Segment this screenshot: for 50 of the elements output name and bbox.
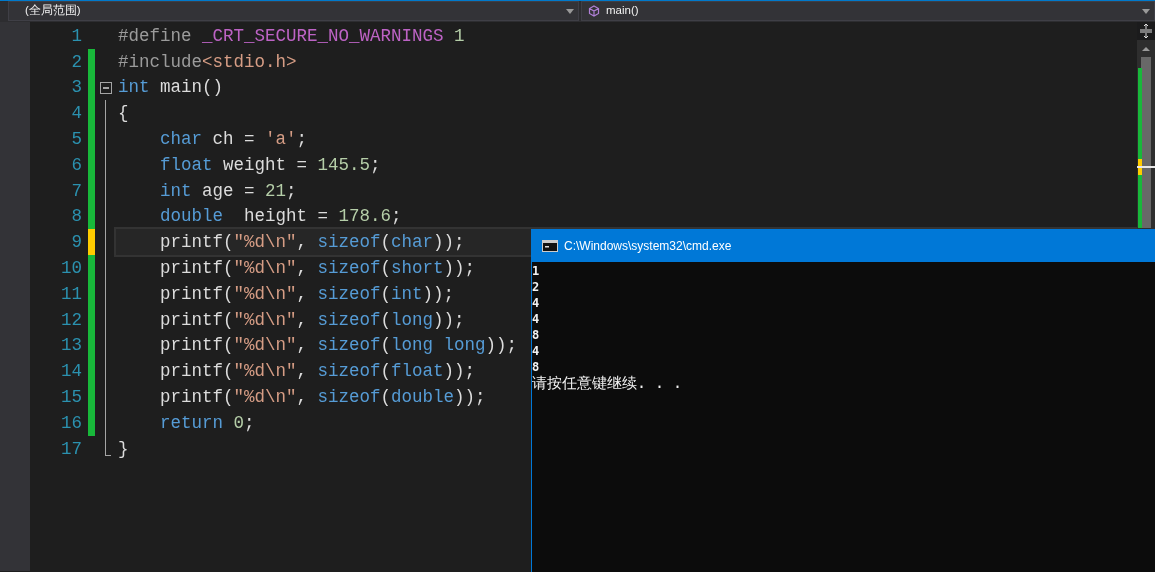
line-number: 17 <box>60 437 82 461</box>
line-number: 2 <box>70 50 82 74</box>
scope-dropdown[interactable]: (全局范围) <box>8 1 579 21</box>
line-number: 9 <box>70 231 82 255</box>
code-line: printf("%d\n", sizeof(long long)); <box>159 334 518 358</box>
console-output-line: 8 <box>532 328 540 342</box>
line-number: 4 <box>70 102 82 126</box>
code-line: printf("%d\n", sizeof(float)); <box>159 360 476 384</box>
console-output-line: 4 <box>532 312 540 326</box>
line-number: 10 <box>60 256 82 280</box>
code-line: printf("%d\n", sizeof(int)); <box>159 282 455 306</box>
console-title: C:\Windows\system32\cmd.exe <box>564 237 732 255</box>
line-number: 6 <box>70 153 82 177</box>
split-window-icon[interactable] <box>1137 22 1155 40</box>
line-number: 12 <box>60 308 82 332</box>
console-output-line: 4 <box>532 296 540 310</box>
collapse-icon[interactable] <box>100 81 112 94</box>
line-number: 11 <box>60 282 82 306</box>
code-line: printf("%d\n", sizeof(short)); <box>159 256 476 280</box>
line-number: 15 <box>60 385 82 409</box>
code-line: int age = 21; <box>159 179 297 203</box>
line-number: 13 <box>60 334 82 358</box>
code-line: #include<stdio.h> <box>117 50 297 74</box>
line-number: 14 <box>60 360 82 384</box>
console-output-line: 4 <box>532 344 540 358</box>
line-number: 1 <box>70 24 82 48</box>
code-line: printf("%d\n", sizeof(double)); <box>159 385 486 409</box>
code-line: { <box>117 102 129 126</box>
code-line: printf("%d\n", sizeof(long)); <box>159 308 465 332</box>
line-number: 3 <box>70 76 82 100</box>
code-line: char ch = 'a'; <box>159 127 308 151</box>
code-line: #define _CRT_SECURE_NO_WARNINGS 1 <box>117 24 465 48</box>
code-line: } <box>117 437 129 461</box>
console-output-line: 请按任意键继续. . . <box>532 374 683 392</box>
line-number: 7 <box>70 179 82 203</box>
line-number: 16 <box>60 411 82 435</box>
cube-icon <box>588 5 600 17</box>
line-number: 5 <box>70 127 82 151</box>
code-line: float weight = 145.5; <box>159 153 381 177</box>
code-line: double height = 178.6; <box>159 205 402 229</box>
code-line: int main() <box>117 76 224 100</box>
code-line: return 0; <box>159 411 255 435</box>
caret-icon <box>1142 8 1150 14</box>
function-dropdown[interactable]: main() <box>581 1 1155 21</box>
caret-icon <box>566 8 574 14</box>
console-icon <box>542 239 558 252</box>
line-number: 8 <box>70 205 82 229</box>
console-output-line: 8 <box>532 360 540 374</box>
console-output-line: 2 <box>532 280 540 294</box>
console-output-line: 1 <box>532 264 540 278</box>
